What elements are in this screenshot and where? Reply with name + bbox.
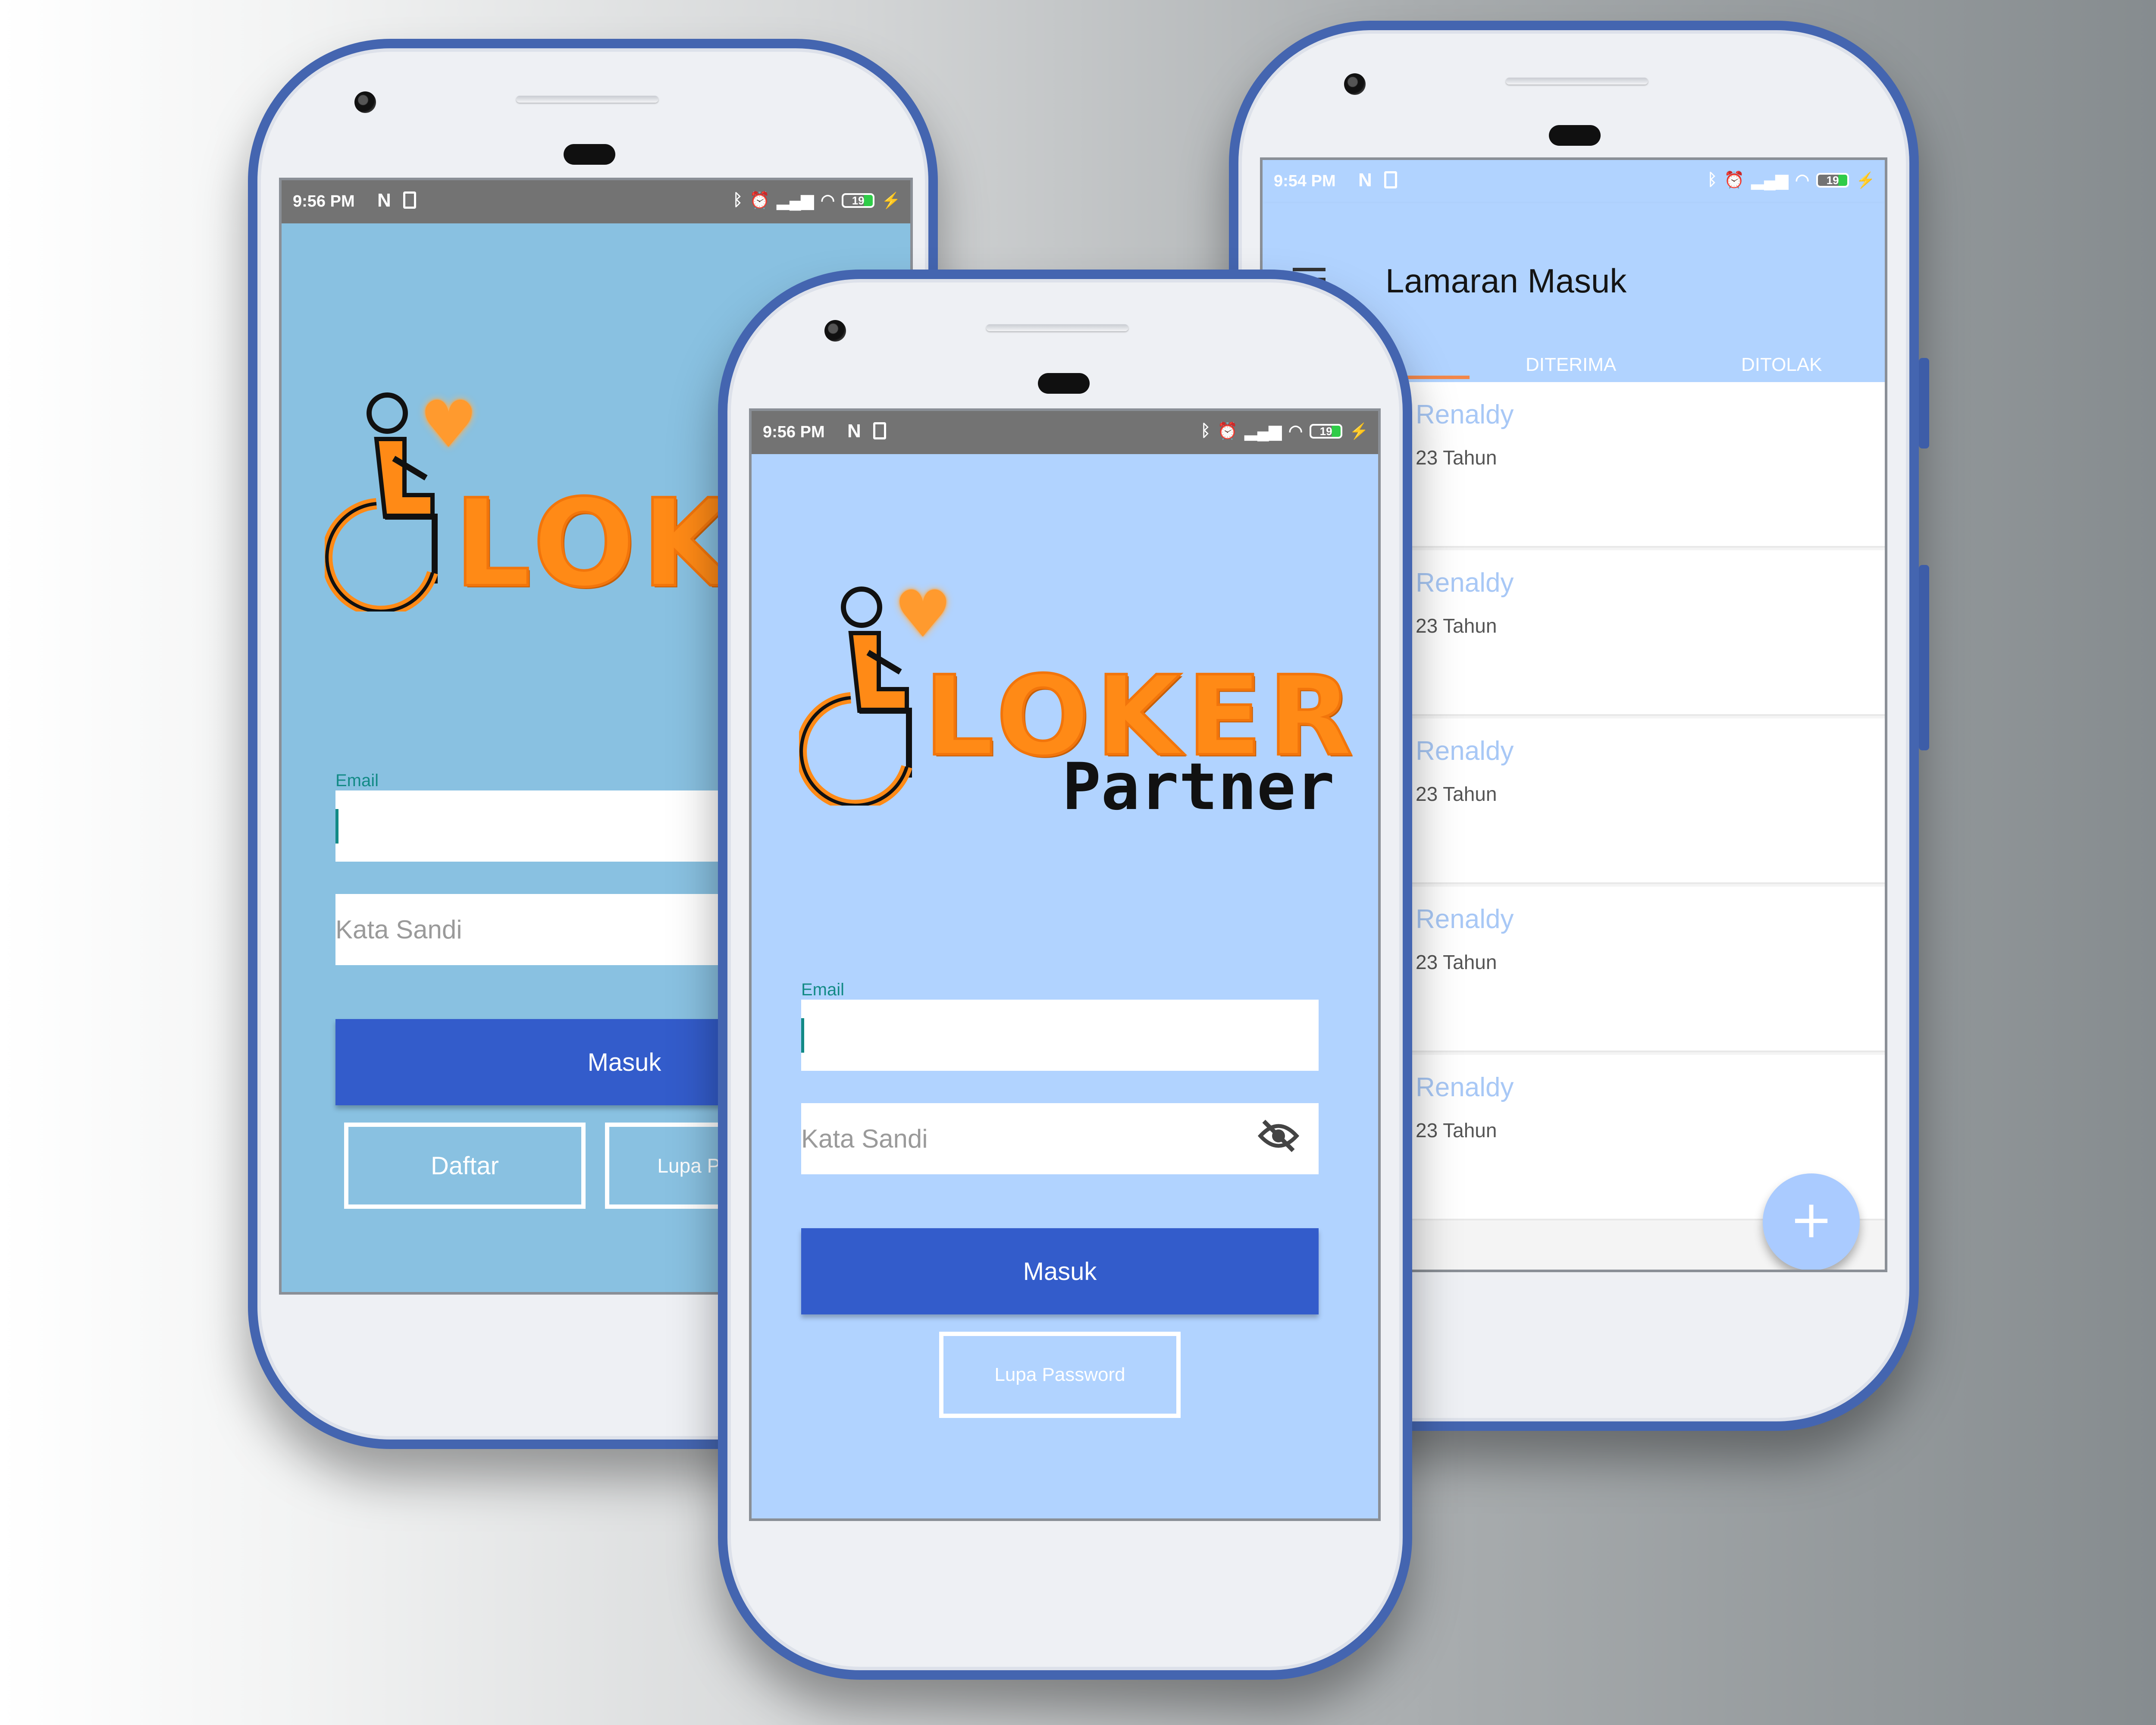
wifi-icon: ◠ (1288, 422, 1303, 440)
signal-icon: ▂▄▆ (777, 191, 814, 210)
email-field[interactable] (801, 1000, 1319, 1071)
front-camera (824, 320, 846, 342)
alarm-icon: ⏰ (749, 191, 770, 210)
applicant-name: Renaldy (1416, 400, 1514, 430)
bluetooth-icon: ᛒ (1707, 171, 1717, 189)
password-placeholder: Kata Sandi (801, 1124, 928, 1153)
applicant-age: 23 Tahun (1416, 1119, 1497, 1142)
add-fab-button[interactable]: + (1763, 1173, 1860, 1270)
nfc-icon: N (1358, 169, 1372, 191)
status-time: 9:56 PM (293, 192, 355, 210)
nfc-icon: N (377, 190, 391, 211)
alarm-icon: ⏰ (1724, 171, 1745, 189)
screen-partner-login: 9:56 PM N ᛒ ⏰ ▂▄▆ ◠ 19 ⚡ ♥ LOKER Partner… (749, 408, 1381, 1521)
wifi-icon: ◠ (821, 191, 835, 210)
proximity-sensor (1549, 125, 1601, 146)
front-camera (1344, 73, 1366, 95)
battery-icon: 19 (842, 193, 875, 208)
status-bar: 9:56 PM N ᛒ ⏰ ▂▄▆ ◠ 19 ⚡ (752, 411, 1378, 454)
charging-icon: ⚡ (1856, 171, 1875, 189)
battery-icon: 19 (1310, 423, 1343, 439)
email-label: Email (335, 771, 379, 790)
login-button[interactable]: Masuk (801, 1228, 1319, 1314)
bluetooth-icon: ᛒ (733, 191, 743, 209)
visibility-off-icon[interactable] (1257, 1119, 1300, 1159)
battery-icon: 19 (1816, 172, 1849, 188)
forgot-password-button[interactable]: Lupa Password (939, 1332, 1181, 1418)
plus-icon: + (1789, 1190, 1833, 1250)
tab-diterima[interactable]: DITERIMA (1526, 354, 1616, 376)
earpiece-speaker (986, 324, 1128, 331)
text-cursor (801, 1018, 804, 1053)
email-label: Email (801, 980, 845, 999)
sim-icon (873, 422, 886, 439)
charging-icon: ⚡ (1349, 422, 1369, 440)
applicant-name: Renaldy (1416, 904, 1514, 934)
applicant-age: 23 Tahun (1416, 446, 1497, 469)
sim-icon (1384, 171, 1397, 188)
heart-icon: ♥ (420, 387, 478, 462)
earpiece-speaker (1506, 78, 1648, 85)
password-field[interactable]: Kata Sandi (801, 1103, 1319, 1174)
status-time: 9:54 PM (1274, 172, 1336, 190)
proximity-sensor (564, 144, 615, 165)
charging-icon: ⚡ (881, 191, 901, 209)
volume-button (1919, 358, 1929, 448)
power-button (1919, 565, 1929, 750)
front-camera (354, 91, 376, 113)
status-bar: 9:56 PM N ᛒ ⏰ ▂▄▆ ◠ 19 ⚡ (282, 180, 910, 223)
nfc-icon: N (847, 420, 861, 442)
page-title: Lamaran Masuk (1385, 262, 1627, 300)
applicant-name: Renaldy (1416, 736, 1514, 766)
tab-ditolak[interactable]: DITOLAK (1741, 354, 1822, 376)
signal-icon: ▂▄▆ (1751, 171, 1788, 189)
applicant-age: 23 Tahun (1416, 783, 1497, 805)
status-time: 9:56 PM (763, 423, 825, 441)
applicant-age: 23 Tahun (1416, 951, 1497, 973)
phone-center: 9:56 PM N ᛒ ⏰ ▂▄▆ ◠ 19 ⚡ ♥ LOKER Partner… (718, 270, 1412, 1680)
logo-subtext: Partner (1062, 750, 1335, 825)
text-cursor (335, 809, 338, 844)
password-placeholder: Kata Sandi (335, 915, 462, 944)
heart-icon: ♥ (894, 577, 952, 652)
bluetooth-icon: ᛒ (1200, 422, 1211, 440)
signal-icon: ▂▄▆ (1244, 422, 1282, 440)
applicant-name: Renaldy (1416, 1073, 1514, 1102)
alarm-icon: ⏰ (1217, 422, 1238, 440)
sim-icon (403, 191, 416, 209)
proximity-sensor (1038, 373, 1090, 394)
register-button[interactable]: Daftar (344, 1123, 586, 1209)
applicant-age: 23 Tahun (1416, 615, 1497, 637)
wifi-icon: ◠ (1795, 171, 1810, 189)
app-logo: ♥ LOKER Partner (799, 577, 1360, 883)
status-bar: 9:54 PM N ᛒ ⏰ ▂▄▆ ◠ 19 ⚡ (1263, 160, 1885, 203)
applicant-name: Renaldy (1416, 568, 1514, 598)
earpiece-speaker (516, 96, 658, 103)
